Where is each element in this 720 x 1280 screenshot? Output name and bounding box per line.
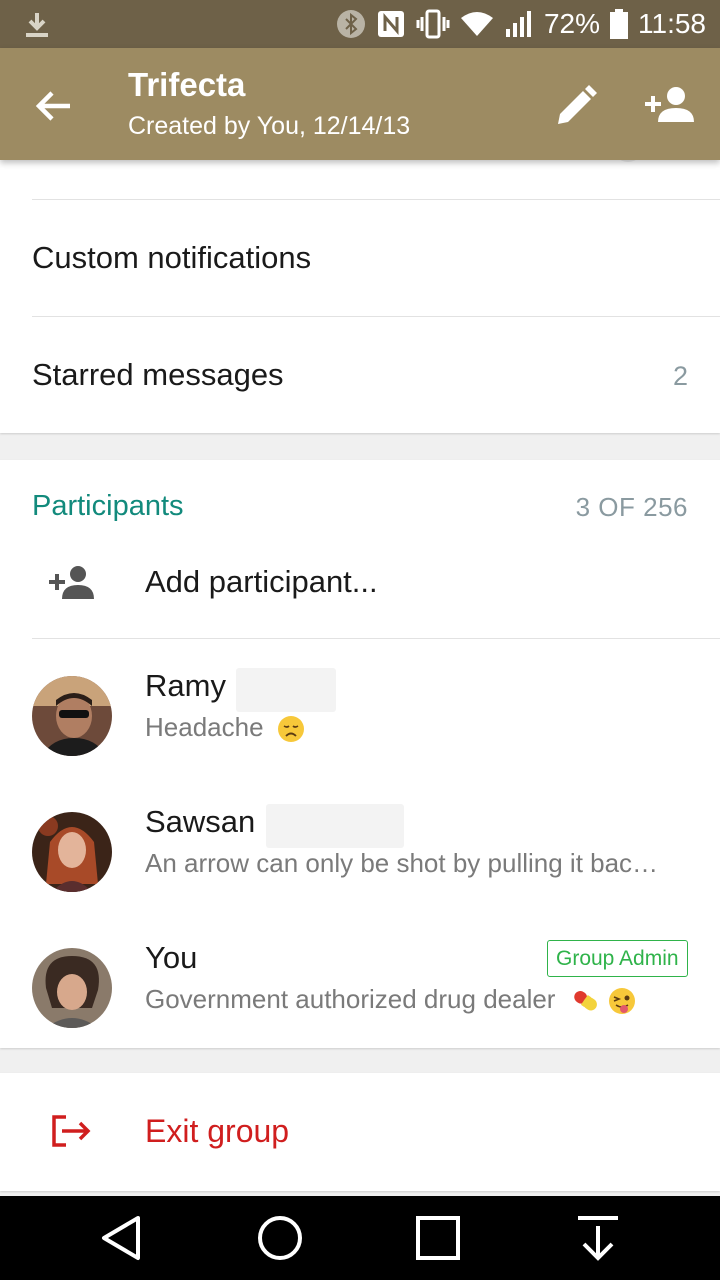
battery-percent: 72% (543, 8, 600, 39)
battery-icon (610, 9, 628, 39)
back-triangle-icon[interactable] (94, 1210, 150, 1266)
exit-card: Exit group (0, 1073, 720, 1191)
exit-group-button[interactable]: Exit group (145, 1113, 289, 1150)
vibrate-icon (416, 9, 450, 39)
add-person-icon[interactable] (644, 82, 696, 130)
add-participant-icon[interactable] (48, 563, 96, 603)
add-participant-button[interactable]: Add participant... (145, 564, 378, 600)
navigation-bar (0, 1196, 720, 1280)
group-admin-badge: Group Admin (547, 940, 688, 977)
participant-name: Ramy (145, 668, 226, 703)
divider (32, 316, 720, 317)
notification-pull-icon[interactable] (570, 1210, 626, 1266)
participant-ramy[interactable]: Ramy Headache (0, 668, 720, 804)
recents-square-icon[interactable] (410, 1210, 466, 1266)
starred-messages-item[interactable]: Starred messages (32, 357, 284, 393)
starred-count: 2 (672, 361, 688, 391)
custom-notifications-item[interactable]: Custom notifications (32, 240, 311, 276)
participant-status: Government authorized drug dealer (145, 984, 636, 1015)
settings-card: Custom notifications Starred messages 2 (0, 146, 720, 433)
status-bar: 72% 11:58 (0, 0, 720, 48)
avatar (32, 676, 112, 756)
participant-sawsan[interactable]: Sawsan An arrow can only be shot by pull… (0, 804, 720, 940)
bluetooth-icon (336, 10, 365, 38)
app-bar: Trifecta Created by You, 12/14/13 (0, 48, 720, 160)
download-icon (26, 13, 48, 37)
participants-card: Participants 3 OF 256 Add participant...… (0, 460, 720, 1048)
redacted-surname (266, 804, 404, 848)
group-subtitle: Created by You, 12/14/13 (128, 112, 411, 140)
participants-count: 3 OF 256 (575, 492, 688, 522)
participant-you[interactable]: You Group Admin Government authorized dr… (0, 940, 720, 1076)
back-arrow-icon[interactable] (30, 82, 78, 130)
clock: 11:58 (638, 8, 706, 39)
nfc-icon (377, 11, 404, 37)
home-circle-icon[interactable] (252, 1210, 308, 1266)
participant-name: You (145, 940, 198, 975)
redacted-surname (236, 668, 336, 712)
group-title: Trifecta (128, 66, 246, 103)
edit-pencil-icon[interactable] (552, 82, 600, 130)
disappointed-face-icon (277, 716, 304, 743)
participant-status: An arrow can only be shot by pulling it … (145, 848, 659, 878)
divider (32, 199, 720, 200)
signal-icon (505, 11, 531, 37)
avatar (32, 948, 112, 1028)
wifi-icon (460, 12, 493, 36)
participants-title: Participants (32, 490, 184, 522)
participant-name: Sawsan (145, 804, 256, 839)
participant-status: Headache (145, 712, 305, 743)
pill-icon (573, 991, 597, 1011)
avatar (32, 812, 112, 892)
winking-tongue-face-icon (608, 988, 635, 1015)
exit-icon[interactable] (50, 1113, 94, 1149)
divider (32, 638, 720, 639)
